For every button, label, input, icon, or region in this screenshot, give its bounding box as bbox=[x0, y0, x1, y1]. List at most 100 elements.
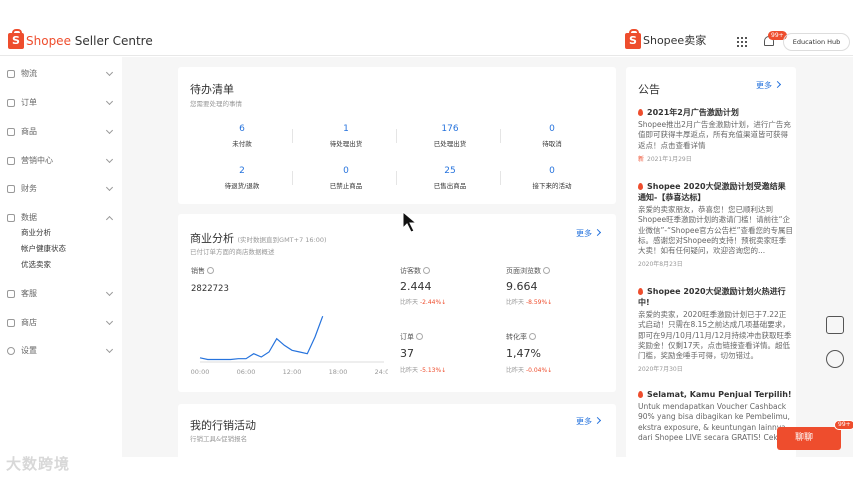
arrow-down-icon: ↓ bbox=[441, 367, 447, 374]
brand-title[interactable]: Shopee Seller Centre bbox=[26, 34, 153, 48]
metric-visitors-value: 2.444 bbox=[400, 280, 432, 293]
order-icon bbox=[7, 99, 15, 107]
announcement-body: 亲爱的卖家，2020旺季激励计划已于7.22正式启动！只需在8.15之前达成几项… bbox=[638, 310, 792, 361]
announcement-body: Shopee推出2月广告金激励计划，进行广告充值即可获得丰厚返点，所有充值渠道皆… bbox=[638, 120, 791, 150]
sales-series-line bbox=[199, 315, 324, 361]
todo-stat-return-refund[interactable]: 2 待退货/退款 bbox=[192, 165, 292, 191]
announcement-title: Shopee 2020大促激励计划受邀结果通知-【恭喜达标】 bbox=[638, 181, 793, 203]
analytics-title-note: (实时数据直到GMT+7 16:00) bbox=[237, 236, 327, 244]
announcement-title: 2021年2月广告激励计划 bbox=[638, 107, 793, 118]
top-bar: S Shopee Seller Centre S Shopee卖家 99+ Ed… bbox=[0, 0, 853, 56]
analytics-more-link[interactable]: 更多 bbox=[576, 228, 600, 239]
education-hub-button[interactable]: Education Hub bbox=[783, 33, 850, 51]
metric-conversion-value: 1,47% bbox=[506, 347, 541, 360]
metric-visitors-label: 访客数 bbox=[400, 266, 430, 276]
chevron-down-icon bbox=[105, 155, 114, 164]
todo-stat-unpaid[interactable]: 6 未付款 bbox=[192, 123, 292, 149]
divider bbox=[292, 129, 293, 143]
mail-icon[interactable] bbox=[826, 316, 844, 334]
todo-title: 待办清单 bbox=[190, 83, 234, 96]
announcement-title: Selamat, Kamu Penjual Terpilih! bbox=[638, 389, 793, 400]
todo-stat-upcoming-events[interactable]: 0 接下来的活动 bbox=[502, 165, 602, 191]
chat-button[interactable]: 聊聊 bbox=[777, 427, 841, 450]
todo-stat-sold-out[interactable]: 25 已售出商品 bbox=[400, 165, 500, 191]
announcement-title: Shopee 2020大促激励计划火热进行中! bbox=[638, 286, 793, 308]
sales-value: 2822723 bbox=[191, 284, 229, 294]
divider bbox=[500, 129, 501, 143]
chevron-down-icon bbox=[105, 183, 114, 192]
sidebar-subitem-business-insights[interactable]: 商业分析 bbox=[21, 228, 51, 238]
todo-stat-to-ship[interactable]: 1 待处理出货 bbox=[296, 123, 396, 149]
todo-card: 待办清单 您需要处理的事情 6 未付款 1 待处理出货 176 已处理出货 0 待取消 … bbox=[178, 67, 616, 204]
info-icon bbox=[423, 267, 430, 274]
sidebar-item-products[interactable]: 商品 bbox=[7, 124, 117, 140]
metric-pageviews-compare: 比昨天 -8.59%↓ bbox=[506, 299, 553, 306]
headset-icon[interactable] bbox=[826, 350, 844, 368]
announcements-card: 公告 更多 2021年2月广告激励计划 Shopee推出2月广告金激励计划，进行… bbox=[626, 67, 796, 459]
sales-line-chart[interactable]: 00:00 06:00 12:00 18:00 24:00 bbox=[188, 306, 388, 382]
chat-badge: 99+ bbox=[834, 420, 853, 430]
metric-orders-compare: 比昨天 -5.13%↓ bbox=[400, 367, 447, 374]
announcement-item[interactable]: Shopee 2020大促激励计划火热进行中! 亲爱的卖家，2020旺季激励计划… bbox=[638, 286, 793, 373]
watermark-logo: 大数跨境 bbox=[6, 455, 71, 473]
sidebar-item-data[interactable]: 数据 bbox=[7, 210, 117, 226]
apps-grid-icon[interactable] bbox=[737, 37, 747, 47]
finance-icon bbox=[7, 185, 15, 193]
announcement-item[interactable]: Selamat, Kamu Penjual Terpilih! Untuk me… bbox=[638, 389, 793, 443]
chevron-down-icon bbox=[105, 126, 114, 135]
metric-pageviews-label: 页面浏览数 bbox=[506, 266, 550, 276]
announcement-body: 亲爱的卖家朋友，恭喜您！您已顺利达到Shopee旺季激励计划的邀请门槛！请前往“… bbox=[638, 205, 793, 256]
shopee-seller-logo-icon[interactable]: S bbox=[625, 29, 641, 49]
metric-pageviews-value: 9.664 bbox=[506, 280, 538, 293]
metric-conversion-compare: 比昨天 -0.04%↓ bbox=[506, 367, 553, 374]
todo-stat-shipped[interactable]: 176 已处理出货 bbox=[400, 123, 500, 149]
todo-subtitle: 您需要处理的事情 bbox=[190, 100, 242, 108]
announcements-more-link[interactable]: 更多 bbox=[756, 80, 780, 91]
divider bbox=[292, 171, 293, 185]
chevron-down-icon bbox=[105, 288, 114, 297]
marketing-card: 我的行销活动 行销工具&促销报名 更多 bbox=[178, 404, 616, 464]
sidebar-item-logistics[interactable]: 物流 bbox=[7, 66, 117, 82]
shop-icon bbox=[7, 319, 15, 327]
announcement-item[interactable]: 2021年2月广告激励计划 Shopee推出2月广告金激励计划，进行广告充值即可… bbox=[638, 107, 793, 163]
x-tick-label: 00:00 bbox=[191, 368, 210, 376]
mouse-cursor-icon bbox=[402, 211, 418, 233]
metric-orders-value: 37 bbox=[400, 347, 414, 360]
x-tick-label: 06:00 bbox=[237, 368, 256, 376]
divider bbox=[500, 171, 501, 185]
arrow-down-icon: ↓ bbox=[547, 367, 553, 374]
marketing-title: 我的行销活动 bbox=[190, 419, 256, 432]
sidebar-subitem-account-health[interactable]: 帐户健康状态 bbox=[21, 244, 66, 254]
business-insights-card: 商业分析 (实时数据直到GMT+7 16:00) 已付订单方面的商店数据概述 更… bbox=[178, 214, 616, 392]
info-icon bbox=[543, 267, 550, 274]
sidebar: 物流 订单 商品 营销中心 财务 数据 商业分析 帐户健康状态 优选卖家 客服 … bbox=[0, 57, 122, 457]
shopee-seller-label[interactable]: Shopee卖家 bbox=[643, 34, 706, 48]
sales-label: 销售 bbox=[191, 266, 214, 276]
sidebar-item-finance[interactable]: 财务 bbox=[7, 181, 117, 197]
sidebar-item-orders[interactable]: 订单 bbox=[7, 95, 117, 111]
support-icon bbox=[7, 290, 15, 298]
shopee-logo-icon[interactable]: S bbox=[8, 29, 24, 49]
sidebar-item-shop[interactable]: 商店 bbox=[7, 315, 117, 331]
chevron-down-icon bbox=[105, 345, 114, 354]
sidebar-item-settings[interactable]: 设置 bbox=[7, 343, 117, 359]
chevron-down-icon bbox=[105, 317, 114, 326]
divider bbox=[396, 129, 397, 143]
arrow-down-icon: ↓ bbox=[441, 299, 447, 306]
sidebar-subitem-preferred-seller[interactable]: 优选卖家 bbox=[21, 260, 51, 270]
info-icon bbox=[529, 333, 536, 340]
marketing-subtitle: 行销工具&促销报名 bbox=[190, 435, 248, 443]
metric-conversion-label: 转化率 bbox=[506, 332, 536, 342]
x-tick-label: 24:00 bbox=[375, 368, 388, 376]
arrow-down-icon: ↓ bbox=[547, 299, 553, 306]
main-content: 待办清单 您需要处理的事情 6 未付款 1 待处理出货 176 已处理出货 0 待取消 … bbox=[122, 57, 853, 464]
announcement-item[interactable]: Shopee 2020大促激励计划受邀结果通知-【恭喜达标】 亲爱的卖家朋友，恭… bbox=[638, 181, 793, 268]
sidebar-item-marketing[interactable]: 营销中心 bbox=[7, 153, 117, 169]
todo-stat-cancellation[interactable]: 0 待取消 bbox=[502, 123, 602, 149]
x-tick-label: 12:00 bbox=[283, 368, 302, 376]
todo-stat-banned-products[interactable]: 0 已禁止商品 bbox=[296, 165, 396, 191]
marketing-more-link[interactable]: 更多 bbox=[576, 416, 600, 427]
sidebar-item-customer-service[interactable]: 客服 bbox=[7, 286, 117, 302]
info-icon bbox=[416, 333, 423, 340]
announcement-date: 2020年8月23日 bbox=[638, 261, 683, 269]
